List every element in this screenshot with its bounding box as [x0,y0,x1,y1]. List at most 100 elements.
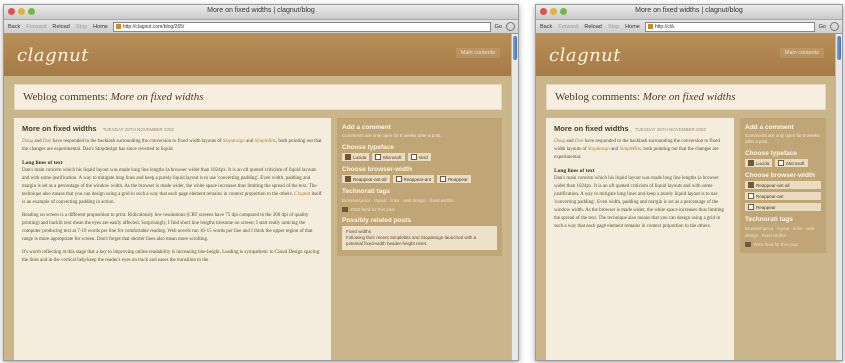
checkbox-icon [748,160,754,166]
checkbox-icon [410,154,417,160]
width-heading: Choose browser-width [745,172,816,179]
intro-tail: Dan's Stopdesign has since reverted to l… [82,147,174,152]
dan-link[interactable]: Dan [575,139,584,144]
post-paragraph-2: Reading on screen is a different proposi… [22,213,313,242]
page-title: Weblog comments: More on fixed widths [14,84,502,110]
related-post[interactable]: Fixed widths Following their recent Simp… [342,226,497,250]
post-title-text: More on fixed widths [554,124,629,133]
vertical-scrollbar[interactable] [511,34,518,360]
post-paragraph-1: Dan's main concern which his liquid layo… [22,167,323,207]
option-label: Microsoft [383,154,402,160]
address-bar[interactable]: http://clā [644,21,815,32]
vertical-scrollbar[interactable] [835,34,842,360]
search-icon[interactable] [830,22,839,31]
home-button[interactable]: Home [92,24,109,30]
width-option-3[interactable]: Reappear [437,175,471,183]
stopdesign-link[interactable]: Stopdesign [223,139,245,144]
title-bar: More on fixed widths | clagnut/blog [4,5,518,20]
post-column: More on fixed widths TUESDAY 28TH NOVEMB… [546,118,734,360]
post-subheading: Long lines of text [554,168,595,174]
back-button[interactable]: Back [7,24,21,30]
page-title-prefix: Weblog comments: [555,91,640,103]
browser-window-wide: More on fixed widths | clagnut/blog Back… [3,4,519,361]
scroll-thumb[interactable] [513,36,517,60]
typeface-heading: Choose typeface [745,150,798,157]
forward-button[interactable]: Forward [557,24,579,30]
width-option-1[interactable]: Reappear-ant-all [342,175,390,183]
simplebits-link[interactable]: SimpleBits [255,139,276,144]
body1-text: Dan's main concern which his liquid layo… [554,176,724,229]
page-title: Weblog comments: More on fixed widths [546,84,826,110]
simplebits-link[interactable]: SimpleBits [619,147,640,152]
width-options: Reappear-ant-all Reappear-ant Reappear [745,181,821,211]
sidebar: Add a comment Comments are only open for… [337,118,502,256]
clagnut-link[interactable]: Clagnut [294,192,310,197]
stop-button[interactable]: Stop [75,24,88,30]
rss-row[interactable]: RSS feed for this post [745,242,821,247]
main-contents-link[interactable]: Main contents [455,48,500,58]
tag-list[interactable]: Browserspecs · layout · links · web desi… [342,197,497,204]
rss-row[interactable]: RSS feed for this post [342,207,497,212]
typeface-option-lucida[interactable]: Lucida [342,153,370,161]
width-option-1[interactable]: Reappear-ant-all [745,181,821,189]
address-bar[interactable]: http://clagnut.com/blog/265/ [112,21,491,32]
go-button[interactable]: Go [495,24,502,30]
window-title: More on fixed widths | clagnut/blog [207,7,315,14]
width-option-2[interactable]: Reappear-ant [745,192,821,200]
main-contents-link[interactable]: Main contents [779,48,824,58]
site-favicon-icon [115,24,121,29]
checkbox-icon [440,176,447,182]
post-paragraph-1: Dan's main concern which his liquid layo… [554,175,726,231]
width-option-2[interactable]: Reappear-ant [392,175,435,183]
reload-button[interactable]: Reload [51,24,70,30]
checkbox-icon [395,176,402,182]
tag-list[interactable]: Browserspecs · layout · links · web desi… [745,225,821,239]
page-title-post: More on fixed widths [642,91,736,103]
window-title: More on fixed widths | clagnut/blog [635,7,743,14]
option-label: Reappear [448,176,468,182]
typeface-option-microsoft[interactable]: Microsoft [372,153,405,161]
forward-button[interactable]: Forward [25,24,47,30]
search-icon[interactable] [506,22,515,31]
related-post-text: Following their recent Simplebits and St… [346,235,477,246]
page-content: clagnut Main contents Weblog comments: M… [4,34,512,360]
checkbox-icon [778,160,785,166]
option-label: Reappear-ant-all [353,176,387,182]
option-label: Reappear-ant [403,176,432,182]
body1-text: Dan's main concern which his liquid layo… [22,168,317,197]
site-logo[interactable]: clagnut [549,45,621,66]
page-title-post: More on fixed widths [110,91,204,103]
title-bar: More on fixed widths | clagnut/blog [536,5,842,20]
rss-label: RSS feed for this post [754,242,798,247]
site-logo[interactable]: clagnut [17,45,89,66]
checkbox-icon [345,154,351,160]
add-comment-note: Comments are only open for 8 weeks after… [342,133,442,138]
post-date: TUESDAY 28TH NOVEMBER 2002 [102,127,175,132]
option-label: Reappear-ant-all [756,182,790,188]
typeface-option-microsoft[interactable]: Microsoft [775,159,808,167]
home-button[interactable]: Home [624,24,641,30]
doug-link[interactable]: Doug [554,139,565,144]
dan-link[interactable]: Dan [43,139,52,144]
browser-window-narrow: More on fixed widths | clagnut/blog Back… [535,4,843,361]
typeface-option-lucida[interactable]: Lucida [745,159,773,167]
add-comment-heading[interactable]: Add a comment [745,124,821,131]
stopdesign-link[interactable]: Stopdesign [588,147,610,152]
width-heading: Choose browser-width [342,166,413,173]
typeface-option-verd[interactable]: Verd [407,153,431,161]
go-button[interactable]: Go [819,24,826,30]
reload-button[interactable]: Reload [583,24,602,30]
add-comment-heading[interactable]: Add a comment [342,124,497,131]
tags-heading: Technorati tags [745,216,793,223]
post-title-text: More on fixed widths [22,124,97,133]
page-content: clagnut Main contents Weblog comments: M… [536,34,836,360]
scroll-thumb[interactable] [837,36,841,60]
width-option-3[interactable]: Reappear [745,203,821,211]
stop-button[interactable]: Stop [607,24,620,30]
doug-link[interactable]: Doug [22,139,33,144]
site-banner: clagnut Main contents [4,34,512,76]
back-button[interactable]: Back [539,24,553,30]
post-subheading: Long lines of text [22,160,63,166]
rss-label: RSS feed for this post [351,207,395,212]
option-label: Microsoft [786,160,805,166]
